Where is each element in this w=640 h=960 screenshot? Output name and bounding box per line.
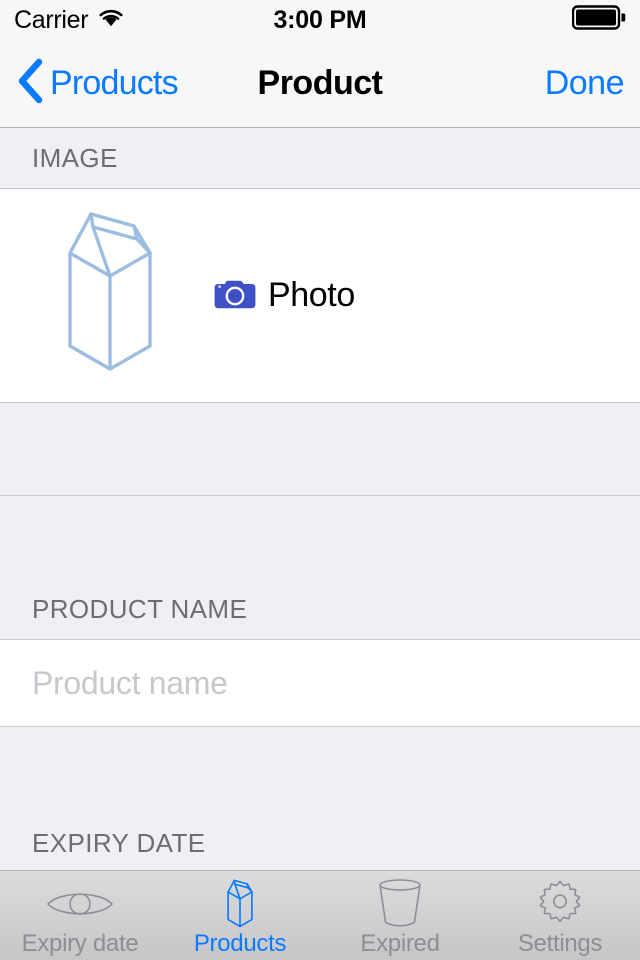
image-row: Photo	[0, 189, 640, 403]
tab-expiry-date[interactable]: Expiry date	[0, 871, 160, 960]
section-header-product-name: PRODUCT NAME	[0, 496, 640, 640]
milk-carton-icon	[62, 206, 158, 386]
status-bar: Carrier 3:00 PM	[0, 0, 640, 40]
tab-expiry-date-label: Expiry date	[21, 930, 139, 957]
form-content: IMAGE Photo PRODUCT NAME Product name EX…	[0, 128, 640, 870]
section-header-expiry-date-label: EXPIRY DATE	[32, 828, 206, 858]
app-screen: Carrier 3:00 PM Products Product Done IM…	[0, 0, 640, 960]
tab-settings[interactable]: Settings	[480, 871, 640, 960]
section-spacer	[0, 403, 640, 496]
milk-carton-icon	[222, 879, 258, 929]
tab-expired[interactable]: Expired	[320, 871, 480, 960]
section-header-image: IMAGE	[0, 128, 640, 189]
section-header-product-name-label: PRODUCT NAME	[32, 594, 248, 624]
section-header-expiry-date: EXPIRY DATE	[0, 727, 640, 870]
tab-products[interactable]: Products	[160, 871, 320, 960]
photo-button[interactable]: Photo	[214, 275, 355, 316]
product-name-row	[0, 640, 640, 727]
wifi-icon	[97, 7, 125, 33]
status-bar-left: Carrier	[14, 6, 125, 35]
back-button-label: Products	[50, 64, 179, 102]
gear-icon	[535, 879, 585, 929]
tab-expired-label: Expired	[360, 930, 440, 957]
trash-cup-icon	[377, 879, 423, 929]
tab-bar: Expiry date Products Expired Settings	[0, 870, 640, 960]
eye-icon	[46, 879, 114, 929]
camera-icon	[214, 275, 256, 316]
tab-settings-label: Settings	[517, 930, 603, 957]
battery-full-icon	[571, 5, 626, 35]
done-button[interactable]: Done	[545, 64, 625, 103]
back-button[interactable]: Products	[16, 58, 179, 109]
section-header-image-label: IMAGE	[32, 143, 118, 173]
carrier-label: Carrier	[14, 5, 89, 34]
status-bar-right	[571, 5, 626, 35]
chevron-left-icon	[16, 58, 44, 109]
navigation-bar: Products Product Done	[0, 40, 640, 128]
photo-button-label: Photo	[268, 276, 355, 314]
product-name-input[interactable]	[32, 664, 608, 702]
tab-products-label: Products	[193, 930, 287, 957]
